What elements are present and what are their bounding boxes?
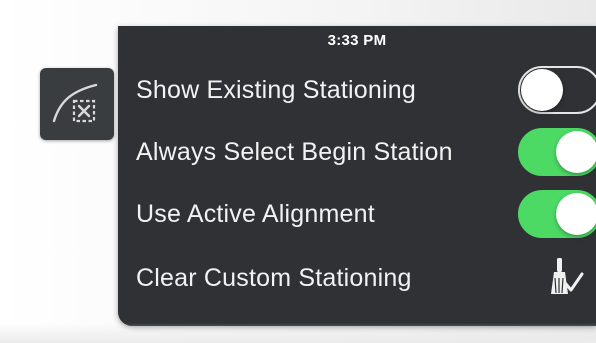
screen: 3:33 PM Show Existing Stationing Always …: [0, 0, 596, 343]
alignment-stationing-icon: [52, 83, 98, 123]
setting-row-use-active-alignment: Use Active Alignment: [136, 184, 596, 244]
toggle-knob: [556, 193, 596, 235]
setting-row-clear-custom-stationing[interactable]: Clear Custom Stationing: [136, 248, 596, 308]
broom-check-icon[interactable]: [550, 256, 584, 300]
setting-label: Use Active Alignment: [136, 199, 375, 228]
setting-row-always-select-begin-station: Always Select Begin Station: [136, 122, 596, 182]
stationing-tool-button[interactable]: [40, 68, 114, 140]
setting-label: Show Existing Stationing: [136, 75, 416, 104]
toggle-knob: [556, 131, 596, 173]
setting-label: Always Select Begin Station: [136, 137, 453, 166]
stationing-settings-popup: 3:33 PM Show Existing Stationing Always …: [118, 26, 596, 326]
show-existing-stationing-toggle[interactable]: [518, 66, 596, 114]
toggle-knob: [521, 69, 563, 111]
always-select-begin-station-toggle[interactable]: [518, 128, 596, 176]
status-bar-time: 3:33 PM: [327, 32, 387, 49]
use-active-alignment-toggle[interactable]: [518, 190, 596, 238]
setting-row-show-existing-stationing: Show Existing Stationing: [136, 60, 596, 120]
setting-label: Clear Custom Stationing: [136, 263, 412, 292]
